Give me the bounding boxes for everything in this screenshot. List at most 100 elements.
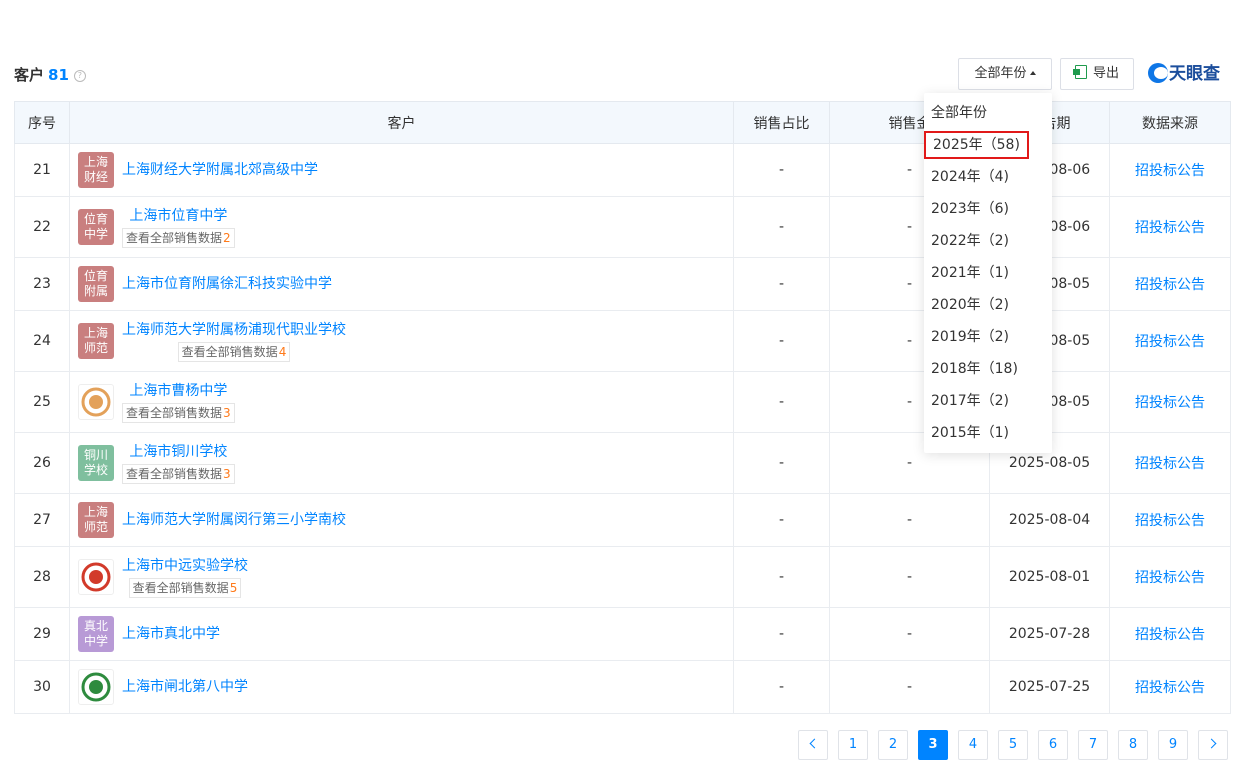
view-all-sales-label: 查看全部销售数据 (126, 230, 223, 245)
year-option[interactable]: 2022年（2) (931, 230, 1009, 252)
export-label: 导出 (1092, 66, 1119, 81)
next-page-button[interactable] (1198, 730, 1228, 760)
customer-name-link[interactable]: 上海市位育中学 (122, 207, 235, 225)
year-option[interactable]: 2020年（2) (931, 294, 1009, 316)
source-link[interactable]: 招投标公告 (1135, 680, 1205, 696)
year-option[interactable]: 2018年（18) (931, 358, 1018, 380)
source-cell: 招投标公告 (1109, 493, 1231, 547)
caret-up-icon (1029, 71, 1036, 75)
customer-name-link[interactable]: 上海师范大学附属杨浦现代职业学校 (122, 321, 346, 339)
excel-icon (1072, 65, 1087, 79)
page-button[interactable]: 9 (1158, 730, 1188, 760)
customer-cell: 上海师范 上海师范大学附属闵行第三小学南校 (69, 493, 734, 547)
row-index: 22 (14, 196, 70, 258)
customer-name-link[interactable]: 上海市真北中学 (122, 625, 220, 643)
customer-name-link[interactable]: 上海财经大学附属北郊高级中学 (122, 161, 318, 179)
page-button[interactable]: 7 (1078, 730, 1108, 760)
table-row: 30 上海市闸北第八中学 - -2025-07-25 招投标公告 (14, 660, 1231, 714)
sales-amount-cell: - (829, 660, 990, 714)
customer-header: 客户 81? 全部年份 导出 天眼查 (14, 58, 1230, 90)
sales-share-cell: - (733, 546, 830, 608)
source-link[interactable]: 招投标公告 (1135, 513, 1205, 529)
page-button[interactable]: 2 (878, 730, 908, 760)
source-link[interactable]: 招投标公告 (1135, 456, 1205, 472)
source-cell: 招投标公告 (1109, 660, 1231, 714)
help-icon[interactable]: ? (73, 70, 86, 82)
year-option[interactable]: 2025年（58) (924, 131, 1029, 159)
sales-share-cell: - (733, 310, 830, 372)
year-option[interactable]: 2017年（2) (931, 390, 1009, 412)
customer-cell: 上海市曹杨中学 查看全部销售数据3 (69, 371, 734, 433)
sales-record-count: 5 (229, 580, 238, 595)
page-button[interactable]: 3 (918, 730, 948, 760)
year-filter-label: 全部年份 (974, 66, 1027, 81)
view-all-sales-button[interactable]: 查看全部销售数据5 (128, 577, 242, 598)
row-index: 21 (14, 143, 70, 197)
view-all-sales-button[interactable]: 查看全部销售数据3 (122, 402, 235, 423)
year-option[interactable]: 2023年（6) (931, 198, 1009, 220)
sales-record-count: 4 (278, 344, 287, 359)
year-filter-button[interactable]: 全部年份 (958, 58, 1052, 90)
source-link[interactable]: 招投标公告 (1135, 627, 1205, 643)
customer-name-link[interactable]: 上海市位育附属徐汇科技实验中学 (122, 275, 332, 293)
source-link[interactable]: 招投标公告 (1135, 277, 1205, 293)
customer-cell: 位育附属 上海市位育附属徐汇科技实验中学 (69, 257, 734, 311)
source-link[interactable]: 招投标公告 (1135, 395, 1205, 411)
chevron-left-icon (809, 738, 820, 749)
customer-cell: 上海财经 上海财经大学附属北郊高级中学 (69, 143, 734, 197)
page-button[interactable]: 1 (838, 730, 868, 760)
source-link[interactable]: 招投标公告 (1135, 570, 1205, 586)
source-link[interactable]: 招投标公告 (1135, 334, 1205, 350)
section-title: 客户 81? (14, 64, 86, 85)
source-cell: 招投标公告 (1109, 310, 1231, 372)
customer-logo-emblem (78, 559, 114, 595)
view-all-sales-button[interactable]: 查看全部销售数据2 (122, 227, 235, 248)
customer-name-link[interactable]: 上海市铜川学校 (122, 443, 235, 461)
sales-record-count: 3 (223, 405, 231, 420)
page-button[interactable]: 8 (1118, 730, 1148, 760)
source-link[interactable]: 招投标公告 (1135, 163, 1205, 179)
table-row: 27 上海师范 上海师范大学附属闵行第三小学南校 - -2025-08-04 招投标公告 (14, 493, 1231, 547)
sales-share-cell: - (733, 143, 830, 197)
sales-amount-cell: - (829, 493, 990, 547)
sales-share-cell: - (733, 257, 830, 311)
customer-name-link[interactable]: 上海市闸北第八中学 (122, 678, 248, 696)
export-button[interactable]: 导出 (1060, 58, 1134, 90)
view-all-sales-button[interactable]: 查看全部销售数据3 (122, 463, 235, 484)
view-all-sales-button[interactable]: 查看全部销售数据4 (177, 341, 291, 362)
sales-share-cell: - (733, 196, 830, 258)
year-option[interactable]: 2021年（1) (931, 262, 1009, 284)
year-option[interactable]: 2024年（4) (931, 166, 1009, 188)
brand-name: 天眼查 (1169, 64, 1220, 84)
customer-logo: 上海财经 (78, 152, 114, 188)
row-index: 28 (14, 546, 70, 608)
sales-share-cell: - (733, 493, 830, 547)
customer-cell: 上海市闸北第八中学 (69, 660, 734, 714)
customer-name-link[interactable]: 上海市曹杨中学 (122, 382, 235, 400)
view-all-sales-label: 查看全部销售数据 (126, 466, 223, 481)
page-button[interactable]: 6 (1038, 730, 1068, 760)
customer-cell: 上海师范 上海师范大学附属杨浦现代职业学校 查看全部销售数据4 (69, 310, 734, 372)
customer-name-link[interactable]: 上海市中远实验学校 (122, 557, 248, 575)
page-button[interactable]: 4 (958, 730, 988, 760)
customer-cell: 真北中学 上海市真北中学 (69, 607, 734, 661)
row-index: 30 (14, 660, 70, 714)
year-option[interactable]: 2015年（1) (931, 422, 1009, 444)
source-link[interactable]: 招投标公告 (1135, 220, 1205, 236)
year-dropdown-menu: 全部年份 2025年（58) 2024年（4) 2023年（6) 2022年（2) 202… (924, 93, 1052, 453)
report-date-cell: 2025-07-28 (989, 607, 1110, 661)
year-option[interactable]: 2019年（2) (931, 326, 1009, 348)
customer-logo: 位育附属 (78, 266, 114, 302)
page-button[interactable]: 5 (998, 730, 1028, 760)
row-index: 27 (14, 493, 70, 547)
customer-count: 81 (48, 66, 69, 84)
customer-name-link[interactable]: 上海师范大学附属闵行第三小学南校 (122, 511, 346, 529)
customer-cell: 铜川学校 上海市铜川学校 查看全部销售数据3 (69, 432, 734, 494)
previous-page-button[interactable] (798, 730, 828, 760)
row-index: 29 (14, 607, 70, 661)
column-header-source: 数据来源 (1109, 101, 1231, 144)
customer-logo-emblem (78, 384, 114, 420)
year-option-all[interactable]: 全部年份 (931, 102, 987, 124)
source-cell: 招投标公告 (1109, 196, 1231, 258)
customer-logo: 位育中学 (78, 209, 114, 245)
